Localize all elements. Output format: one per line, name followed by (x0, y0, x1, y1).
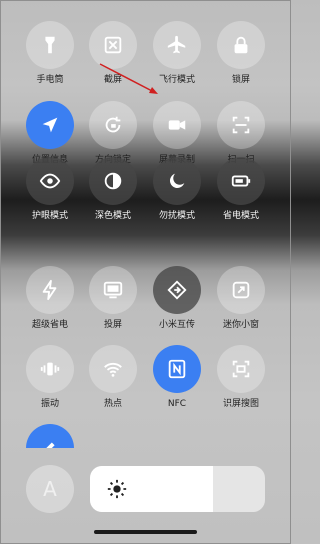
tile-airplane-mode[interactable]: 飞行模式 (145, 21, 209, 97)
tile-nfc[interactable]: NFC (145, 345, 209, 421)
tile-label: 小米互传 (158, 320, 195, 330)
sun-icon (107, 479, 127, 499)
brightness-slider[interactable] (90, 466, 265, 512)
nfc-icon (153, 345, 201, 393)
rotation-lock-icon (89, 101, 137, 149)
screen-search-icon (217, 345, 265, 393)
tile-label: 手电筒 (36, 75, 64, 85)
tile-cast-screen[interactable]: 投屏 (81, 266, 145, 342)
airplane-icon (153, 21, 201, 69)
vibrate-icon (26, 345, 74, 393)
location-icon (26, 101, 74, 149)
tile-dark-mode[interactable]: 深色模式 (81, 157, 145, 233)
tile-label: 投屏 (103, 320, 122, 330)
mini-window-icon (217, 266, 265, 314)
scan-icon (217, 101, 265, 149)
screenshot-icon (89, 21, 137, 69)
tile-flashlight[interactable]: 手电筒 (18, 21, 82, 97)
video-camera-icon (153, 101, 201, 149)
lightning-icon (26, 266, 74, 314)
dark-mode-icon (89, 157, 137, 205)
tile-label: 热点 (103, 399, 122, 409)
battery-icon (217, 157, 265, 205)
moon-icon (153, 157, 201, 205)
edit-icon (26, 424, 74, 448)
tile-label: NFC (167, 399, 187, 409)
tile-label: 识屏搜图 (222, 399, 259, 409)
tile-label: 护眼模式 (31, 211, 68, 221)
tile-battery-saver[interactable]: 省电模式 (209, 157, 273, 233)
tile-label: 截屏 (103, 75, 122, 85)
tile-label: 省电模式 (222, 211, 259, 221)
tile-do-not-disturb[interactable]: 勿扰模式 (145, 157, 209, 233)
home-indicator[interactable] (94, 530, 197, 534)
tile-screen-search[interactable]: 识屏搜图 (209, 345, 273, 421)
partial-tile[interactable] (26, 424, 74, 448)
flashlight-icon (26, 21, 74, 69)
tile-label: 飞行模式 (158, 75, 195, 85)
tile-mini-window[interactable]: 迷你小窗 (209, 266, 273, 342)
tile-screenshot[interactable]: 截屏 (81, 21, 145, 97)
eye-icon (26, 157, 74, 205)
cast-screen-icon (89, 266, 137, 314)
tile-label: 深色模式 (94, 211, 131, 221)
hotspot-icon (89, 345, 137, 393)
tile-label: 锁屏 (231, 75, 250, 85)
xiaomi-share-icon (153, 266, 201, 314)
tile-xiaomi-share[interactable]: 小米互传 (145, 266, 209, 342)
tile-label: 振动 (40, 399, 59, 409)
tile-hotspot[interactable]: 热点 (81, 345, 145, 421)
tile-label: 勿扰模式 (158, 211, 195, 221)
tile-label: 迷你小窗 (222, 320, 259, 330)
font-size-button[interactable]: A (26, 465, 74, 513)
tile-label: 超级省电 (31, 320, 68, 330)
tile-vibrate[interactable]: 振动 (18, 345, 82, 421)
tile-lock-screen[interactable]: 锁屏 (209, 21, 273, 97)
tile-eye-care[interactable]: 护眼模式 (18, 157, 82, 233)
lock-icon (217, 21, 265, 69)
tile-ultra-battery-saver[interactable]: 超级省电 (18, 266, 82, 342)
font-size-label: A (43, 477, 57, 501)
